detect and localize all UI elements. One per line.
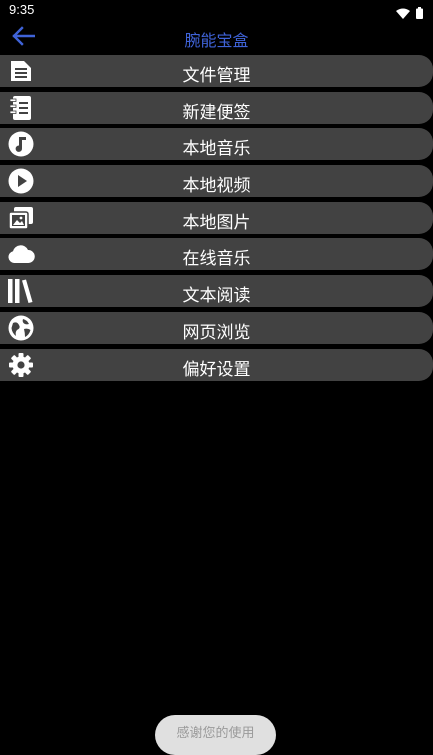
menu-item-label: 文本阅读: [182, 286, 251, 307]
menu-item-preferences[interactable]: 偏好设置: [0, 348, 433, 381]
menu-item-web-browse[interactable]: 网页浏览: [0, 311, 433, 344]
menu-item-local-video[interactable]: 本地视频: [0, 165, 433, 198]
menu-item-new-note[interactable]: 新建便签: [0, 91, 433, 124]
menu-item-label: 文件管理: [182, 66, 251, 86]
status-time: 9:35: [9, 2, 35, 17]
status-bar: 9:35: [0, 0, 433, 22]
wifi-icon: [396, 4, 410, 23]
menu-item-text-reading[interactable]: 文本阅读: [0, 275, 433, 308]
menu-item-local-images[interactable]: 本地图片: [0, 201, 433, 234]
menu-item-label: 在线音乐: [182, 249, 251, 270]
menu-list: 文件管理 新建便签 本地音乐 本地视频 本地图片 在线音乐 文本阅读 网页浏览 …: [0, 55, 433, 385]
toast-message: 感谢您的使用: [155, 715, 276, 755]
app-title: 腕能宝盒: [184, 31, 249, 50]
app-bar: 腕能宝盒: [0, 22, 433, 54]
menu-item-label: 新建便签: [182, 102, 251, 123]
menu-item-file-manager[interactable]: 文件管理: [0, 55, 433, 87]
menu-item-label: 网页浏览: [182, 322, 251, 343]
battery-icon: [416, 4, 423, 23]
menu-item-label: 本地图片: [182, 212, 251, 233]
menu-item-label: 偏好设置: [182, 359, 251, 380]
menu-item-online-music[interactable]: 在线音乐: [0, 238, 433, 271]
menu-item-label: 本地视频: [182, 176, 251, 197]
menu-item-local-music[interactable]: 本地音乐: [0, 128, 433, 161]
menu-item-label: 本地音乐: [182, 139, 251, 160]
status-icons: [396, 4, 423, 23]
